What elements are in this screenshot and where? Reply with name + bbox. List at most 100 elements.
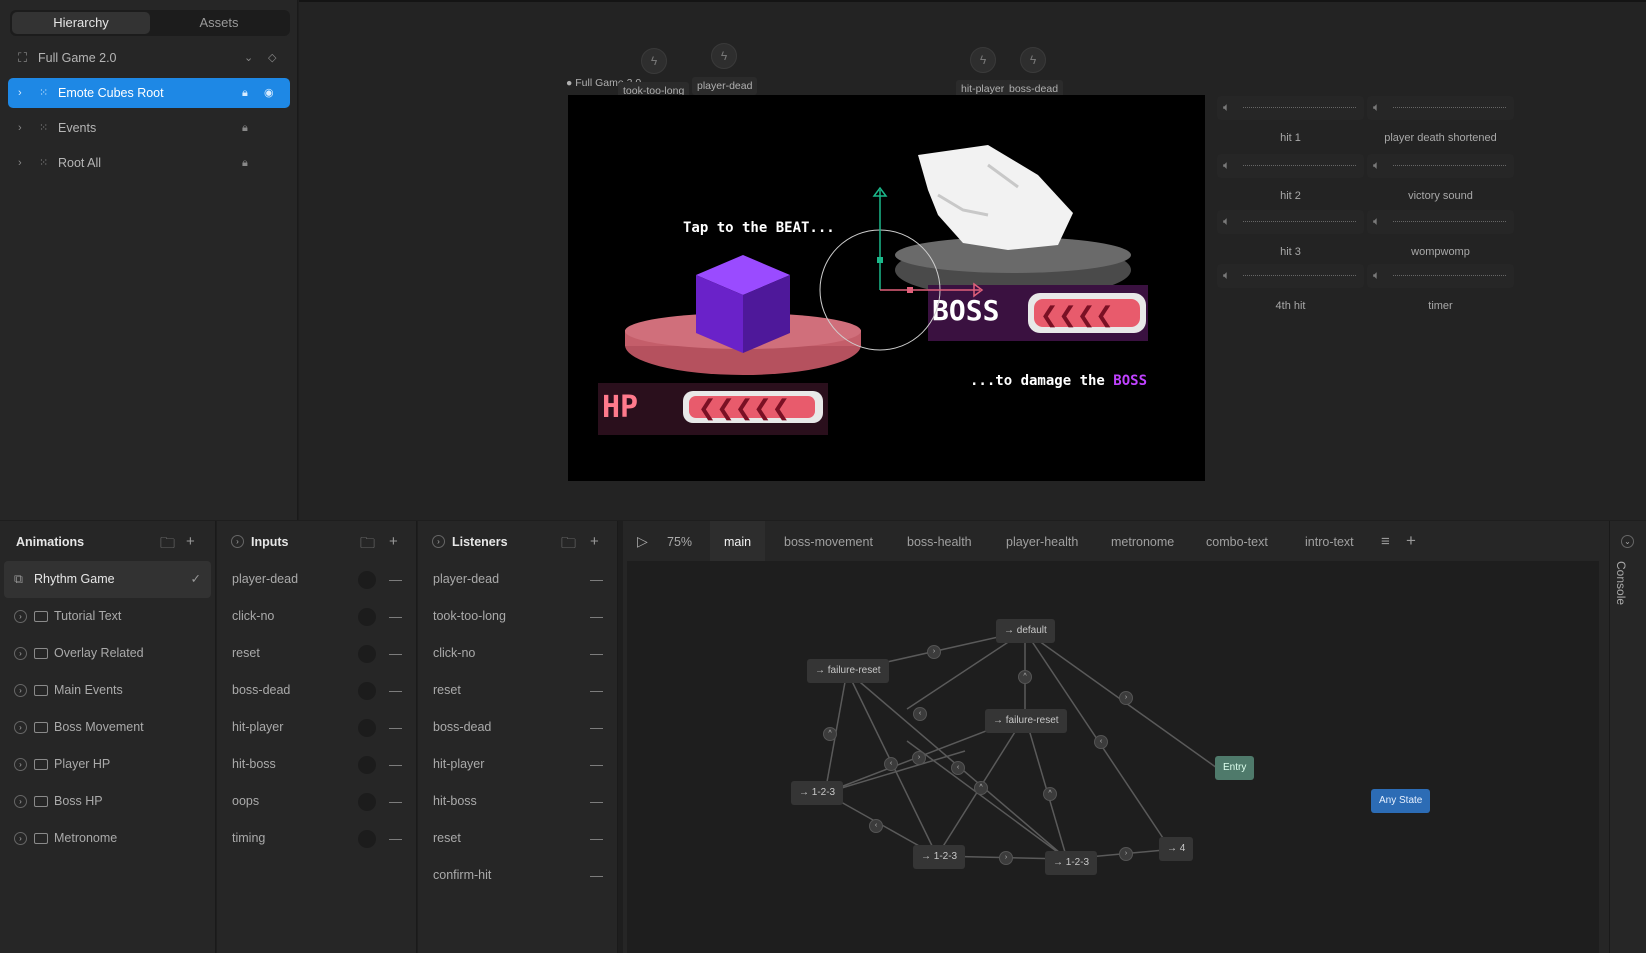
tab-metronome[interactable]: metronome xyxy=(1111,521,1174,563)
expand-icon[interactable]: › xyxy=(14,647,27,660)
add-icon[interactable]: + xyxy=(186,533,195,550)
tab-player-health[interactable]: player-health xyxy=(1006,521,1078,563)
expand-icon[interactable]: › xyxy=(18,113,22,143)
speaker-icon[interactable]: 🔈︎ xyxy=(1223,100,1230,115)
console-panel[interactable]: ⌄ Console xyxy=(1609,521,1646,953)
remove-icon[interactable]: — xyxy=(590,820,603,857)
remove-icon[interactable]: — xyxy=(389,820,402,857)
audio-clip-player-death[interactable]: 🔈︎ xyxy=(1367,96,1514,120)
tab-main[interactable]: main xyxy=(710,521,766,563)
new-folder-icon[interactable]: 🗀 xyxy=(360,533,375,558)
graph-node-1-2-3[interactable]: → 1-2-3 xyxy=(791,781,844,805)
new-folder-icon[interactable]: 🗀 xyxy=(561,533,576,558)
listener-item[interactable]: player-dead — xyxy=(418,561,617,598)
expand-icon[interactable]: › xyxy=(14,832,27,845)
hierarchy-item-emote-cubes-root[interactable]: › ⁙ Emote Cubes Root 🔒︎ ◉ xyxy=(8,78,290,108)
animation-folder[interactable]: › Main Events xyxy=(0,672,215,709)
event-bolt-icon[interactable]: ϟ xyxy=(1020,47,1046,73)
new-folder-icon[interactable]: 🗀 xyxy=(160,533,175,558)
tab-assets[interactable]: Assets xyxy=(150,12,288,34)
audio-clip-timer[interactable]: 🔈︎ xyxy=(1367,264,1514,288)
input-trigger-button[interactable] xyxy=(358,682,376,700)
input-trigger-button[interactable] xyxy=(358,793,376,811)
tab-combo-text[interactable]: combo-text xyxy=(1206,521,1268,563)
event-bolt-icon[interactable]: ϟ xyxy=(711,43,737,69)
listener-item[interactable]: boss-dead — xyxy=(418,709,617,746)
tag-icon[interactable]: ◇ xyxy=(268,43,276,73)
audio-clip-victory[interactable]: 🔈︎ xyxy=(1367,154,1514,178)
graph-node-4[interactable]: → 4 xyxy=(1159,837,1194,861)
audio-clip-hit-3[interactable]: 🔈︎ xyxy=(1217,210,1364,234)
speaker-icon[interactable]: 🔈︎ xyxy=(1373,100,1380,115)
input-item[interactable]: boss-dead — xyxy=(217,672,416,709)
remove-icon[interactable]: — xyxy=(389,672,402,709)
speaker-icon[interactable]: 🔈︎ xyxy=(1223,214,1230,229)
zoom-level[interactable]: 75% xyxy=(667,535,692,549)
listener-item[interactable]: reset — xyxy=(418,820,617,857)
graph-node-entry[interactable]: Entry xyxy=(1215,756,1255,780)
add-icon[interactable]: + xyxy=(590,533,599,550)
input-item[interactable]: player-dead — xyxy=(217,561,416,598)
listener-item[interactable]: hit-boss — xyxy=(418,783,617,820)
collapse-icon[interactable]: › xyxy=(231,535,244,548)
input-item[interactable]: hit-boss — xyxy=(217,746,416,783)
tab-intro-text[interactable]: intro-text xyxy=(1305,521,1354,563)
event-pin-player-dead[interactable]: player-dead xyxy=(692,77,758,95)
graph-canvas[interactable]: › ^ › ‹ ^ ‹ › ‹ ‹ ^ ^ ‹ › › → default → … xyxy=(627,561,1599,953)
graph-node-1-2-3[interactable]: → 1-2-3 xyxy=(1045,851,1098,875)
menu-icon[interactable]: ≡ xyxy=(1381,533,1390,550)
remove-icon[interactable]: — xyxy=(590,709,603,746)
expand-icon[interactable]: › xyxy=(14,610,27,623)
remove-icon[interactable]: — xyxy=(389,561,402,598)
speaker-icon[interactable]: 🔈︎ xyxy=(1373,158,1380,173)
expand-icon[interactable]: › xyxy=(18,148,22,178)
graph-node-default[interactable]: → default xyxy=(996,619,1055,643)
collapse-icon[interactable]: ⌄ xyxy=(1621,535,1634,548)
input-trigger-button[interactable] xyxy=(358,830,376,848)
input-trigger-button[interactable] xyxy=(358,719,376,737)
animation-folder[interactable]: › Boss HP xyxy=(0,783,215,820)
eye-icon[interactable]: ◉ xyxy=(264,78,274,108)
hierarchy-item-root-all[interactable]: › ⁙ Root All 🔒︎ xyxy=(8,148,290,178)
audio-clip-wompwomp[interactable]: 🔈︎ xyxy=(1367,210,1514,234)
input-item[interactable]: timing — xyxy=(217,820,416,857)
remove-icon[interactable]: — xyxy=(590,635,603,672)
remove-icon[interactable]: — xyxy=(590,561,603,598)
graph-node-1-2-3[interactable]: → 1-2-3 xyxy=(913,845,966,869)
audio-clip-hit-2[interactable]: 🔈︎ xyxy=(1217,154,1364,178)
input-item[interactable]: hit-player — xyxy=(217,709,416,746)
remove-icon[interactable]: — xyxy=(590,598,603,635)
remove-icon[interactable]: — xyxy=(590,746,603,783)
speaker-icon[interactable]: 🔈︎ xyxy=(1373,268,1380,283)
remove-icon[interactable]: — xyxy=(590,783,603,820)
audio-clip-hit-1[interactable]: 🔈︎ xyxy=(1217,96,1364,120)
speaker-icon[interactable]: 🔈︎ xyxy=(1223,268,1230,283)
lock-icon[interactable]: 🔒︎ xyxy=(242,113,248,143)
input-trigger-button[interactable] xyxy=(358,756,376,774)
input-trigger-button[interactable] xyxy=(358,608,376,626)
remove-icon[interactable]: — xyxy=(389,783,402,820)
speaker-icon[interactable]: 🔈︎ xyxy=(1223,158,1230,173)
audio-clip-4th-hit[interactable]: 🔈︎ xyxy=(1217,264,1364,288)
tab-boss-health[interactable]: boss-health xyxy=(907,521,972,563)
artboard-canvas[interactable]: HP ❮❮❮❮❮ BOSS ❮❮❮❮ Tap to the BEAT... ..… xyxy=(568,95,1205,481)
lock-icon[interactable]: 🔒︎ xyxy=(242,148,248,178)
input-item[interactable]: oops — xyxy=(217,783,416,820)
animation-item-selected[interactable]: ⧉ Rhythm Game ✓ xyxy=(4,561,211,598)
speaker-icon[interactable]: 🔈︎ xyxy=(1373,214,1380,229)
graph-node-failure-reset[interactable]: → failure-reset xyxy=(807,659,889,683)
listener-item[interactable]: click-no — xyxy=(418,635,617,672)
remove-icon[interactable]: — xyxy=(389,709,402,746)
expand-icon[interactable]: › xyxy=(14,758,27,771)
remove-icon[interactable]: — xyxy=(389,598,402,635)
listener-item[interactable]: reset — xyxy=(418,672,617,709)
input-item[interactable]: click-no — xyxy=(217,598,416,635)
event-bolt-icon[interactable]: ϟ xyxy=(970,47,996,73)
play-icon[interactable]: ▷ xyxy=(637,533,648,550)
remove-icon[interactable]: — xyxy=(389,635,402,672)
graph-node-failure-reset[interactable]: → failure-reset xyxy=(985,709,1067,733)
remove-icon[interactable]: — xyxy=(590,857,603,894)
animation-folder[interactable]: › Overlay Related xyxy=(0,635,215,672)
tab-hierarchy[interactable]: Hierarchy xyxy=(12,12,150,34)
graph-node-any-state[interactable]: Any State xyxy=(1371,789,1431,813)
